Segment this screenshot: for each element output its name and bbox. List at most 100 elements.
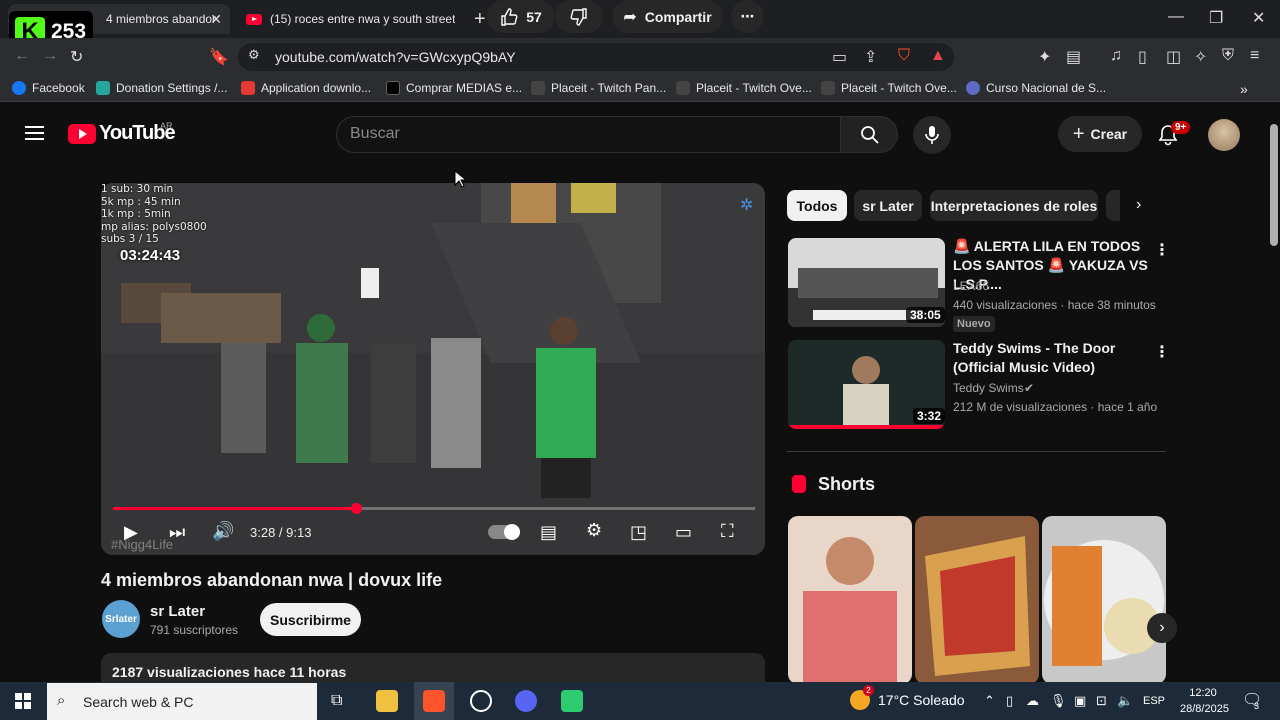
- maximize-icon[interactable]: ❐: [1209, 8, 1223, 28]
- shorts-next-icon[interactable]: ›: [1147, 613, 1177, 643]
- short-thumbnail[interactable]: [1042, 516, 1166, 684]
- language-indicator[interactable]: ESP: [1143, 695, 1165, 707]
- weather-widget[interactable]: 2 17°C Soleado: [850, 685, 965, 710]
- create-button[interactable]: + Crear: [1058, 116, 1142, 152]
- bookmark-placeit-2[interactable]: Placeit - Twitch Ove...: [676, 81, 812, 95]
- minimize-icon[interactable]: —: [1168, 8, 1184, 26]
- reader-icon[interactable]: ▤: [1066, 47, 1081, 67]
- url-text[interactable]: youtube.com/watch?v=GWcxypQ9bAY: [275, 49, 516, 65]
- bookmark-curso[interactable]: Curso Nacional de S...: [966, 81, 1106, 95]
- channel-watermark-icon[interactable]: ✲: [740, 195, 753, 215]
- reload-icon[interactable]: ↻: [70, 47, 83, 67]
- action-center-icon[interactable]: 🗨: [1242, 690, 1262, 710]
- task-view-icon[interactable]: ⧉: [331, 692, 342, 710]
- cast-icon[interactable]: ▭: [832, 47, 847, 67]
- chips-next-icon[interactable]: ›: [1136, 196, 1141, 214]
- chip-sr-later[interactable]: sr Later: [854, 190, 922, 221]
- tab-other-video[interactable]: (15) roces entre nwa y south street |: [236, 4, 466, 34]
- browser-menu-icon[interactable]: ≡: [1250, 47, 1259, 65]
- scrubber-handle[interactable]: [350, 503, 362, 514]
- channel-avatar[interactable]: Srlater: [102, 600, 140, 638]
- bookmark-placeit-1[interactable]: Placeit - Twitch Pan...: [531, 81, 666, 95]
- search-box[interactable]: [336, 116, 841, 153]
- fullscreen-icon[interactable]: ⛶: [721, 521, 734, 542]
- volume-icon[interactable]: 🔊: [212, 521, 234, 542]
- subtitles-icon[interactable]: ▤: [540, 522, 557, 543]
- duration-badge: 3:32: [913, 408, 946, 424]
- voice-search-button[interactable]: [913, 116, 951, 154]
- channel-name[interactable]: sr Later: [150, 603, 205, 620]
- rec-title[interactable]: Teddy Swims - The Door (Official Music V…: [953, 339, 1148, 377]
- subscribe-button[interactable]: Suscribirme: [260, 603, 361, 636]
- chip-todos[interactable]: Todos: [787, 190, 847, 221]
- settings-icon[interactable]: ⚙: [586, 520, 602, 541]
- brave-rewards-icon[interactable]: ▲: [930, 47, 946, 65]
- plus-icon: +: [1072, 122, 1085, 145]
- close-window-icon[interactable]: ✕: [1252, 8, 1265, 28]
- search-input[interactable]: Buscar: [350, 125, 400, 143]
- bookmark-label: Placeit - Twitch Pan...: [551, 81, 667, 95]
- site-info-icon[interactable]: ⚙: [248, 47, 260, 63]
- chip-partial[interactable]: [1106, 190, 1120, 221]
- sidebar-icon[interactable]: ▯: [1138, 47, 1147, 67]
- vpn-icon[interactable]: ⛨: [1222, 47, 1234, 65]
- windows-start-icon[interactable]: [15, 693, 31, 709]
- stream-goals-overlay: 1 sub: 30 min 5k mp : 45 min 1k mp : 5mi…: [101, 183, 207, 246]
- autoplay-toggle[interactable]: [488, 524, 520, 540]
- share-icon[interactable]: ⇪: [864, 47, 877, 67]
- bookmark-placeit-3[interactable]: Placeit - Twitch Ove...: [821, 81, 957, 95]
- theater-mode-icon[interactable]: ▭: [675, 522, 692, 543]
- brave-shield-icon[interactable]: ⛉: [898, 47, 910, 65]
- close-tab-icon[interactable]: ✕: [210, 11, 222, 28]
- tray-expand-icon[interactable]: ⌃: [984, 693, 995, 709]
- obs-icon[interactable]: [470, 690, 492, 712]
- leo-ai-icon[interactable]: ✧: [1194, 47, 1207, 67]
- share-button[interactable]: ➦ Compartir: [612, 0, 723, 33]
- back-icon[interactable]: ←: [14, 47, 30, 65]
- play-icon[interactable]: ▶: [124, 522, 138, 543]
- short-thumbnail[interactable]: [788, 516, 912, 684]
- streaming-app-icon[interactable]: [561, 690, 583, 712]
- miniplayer-icon[interactable]: ◳: [630, 522, 647, 543]
- user-avatar[interactable]: [1208, 119, 1240, 151]
- speaker-icon[interactable]: 🔈: [1117, 693, 1133, 709]
- forward-icon[interactable]: →: [42, 47, 58, 65]
- brave-browser-icon[interactable]: [423, 690, 445, 712]
- chip-roleplay[interactable]: Interpretaciones de roles: [930, 190, 1098, 221]
- system-clock[interactable]: 12:20 28/8/2025: [1180, 685, 1229, 717]
- network-icon[interactable]: ▣: [1074, 693, 1086, 709]
- bookmark-application[interactable]: Application downlo...: [241, 81, 371, 95]
- rec-channel[interactable]: LEX66: [953, 279, 989, 293]
- hamburger-menu-icon[interactable]: [25, 126, 44, 140]
- taskbar-search[interactable]: ⌕ Search web & PC: [47, 683, 317, 720]
- rec-menu-icon[interactable]: ⋮: [1154, 240, 1170, 260]
- search-button[interactable]: [840, 116, 898, 153]
- extensions-icon[interactable]: ✦: [1038, 47, 1051, 67]
- bookmark-icon[interactable]: 🔖: [209, 47, 229, 67]
- usb-icon[interactable]: ▯: [1006, 693, 1013, 709]
- rec-channel[interactable]: Teddy Swims: [953, 381, 1024, 395]
- wallet-icon[interactable]: ◫: [1166, 47, 1181, 67]
- mic-tray-icon[interactable]: 🎙: [1050, 693, 1067, 709]
- new-tab-icon[interactable]: +: [474, 8, 486, 31]
- notification-count-badge: 9+: [1171, 121, 1191, 134]
- bookmark-facebook[interactable]: Facebook: [12, 81, 85, 95]
- bookmark-donation[interactable]: Donation Settings /...: [96, 81, 227, 95]
- camera-icon[interactable]: ⊡: [1096, 693, 1107, 709]
- media-icon[interactable]: ♫: [1110, 47, 1122, 65]
- cloud-icon[interactable]: ☁: [1026, 693, 1039, 709]
- dislike-button[interactable]: [555, 0, 603, 33]
- youtube-logo[interactable]: YouTube: [68, 122, 176, 145]
- short-thumbnail[interactable]: [915, 516, 1039, 684]
- next-video-icon[interactable]: ⏭: [169, 522, 185, 543]
- bookmark-medias[interactable]: Comprar MEDIAS e...: [386, 81, 522, 95]
- rec-menu-icon[interactable]: ⋮: [1154, 342, 1170, 362]
- overlay-line: 1k mp : 5min: [101, 208, 171, 220]
- scrollbar-thumb[interactable]: [1270, 124, 1278, 246]
- file-explorer-icon[interactable]: [376, 690, 398, 712]
- new-badge: Nuevo: [953, 316, 995, 332]
- like-button[interactable]: 57: [487, 0, 555, 33]
- more-actions-button[interactable]: ⋯: [731, 0, 764, 33]
- more-bookmarks-icon[interactable]: »: [1240, 81, 1248, 97]
- discord-icon[interactable]: [515, 690, 537, 712]
